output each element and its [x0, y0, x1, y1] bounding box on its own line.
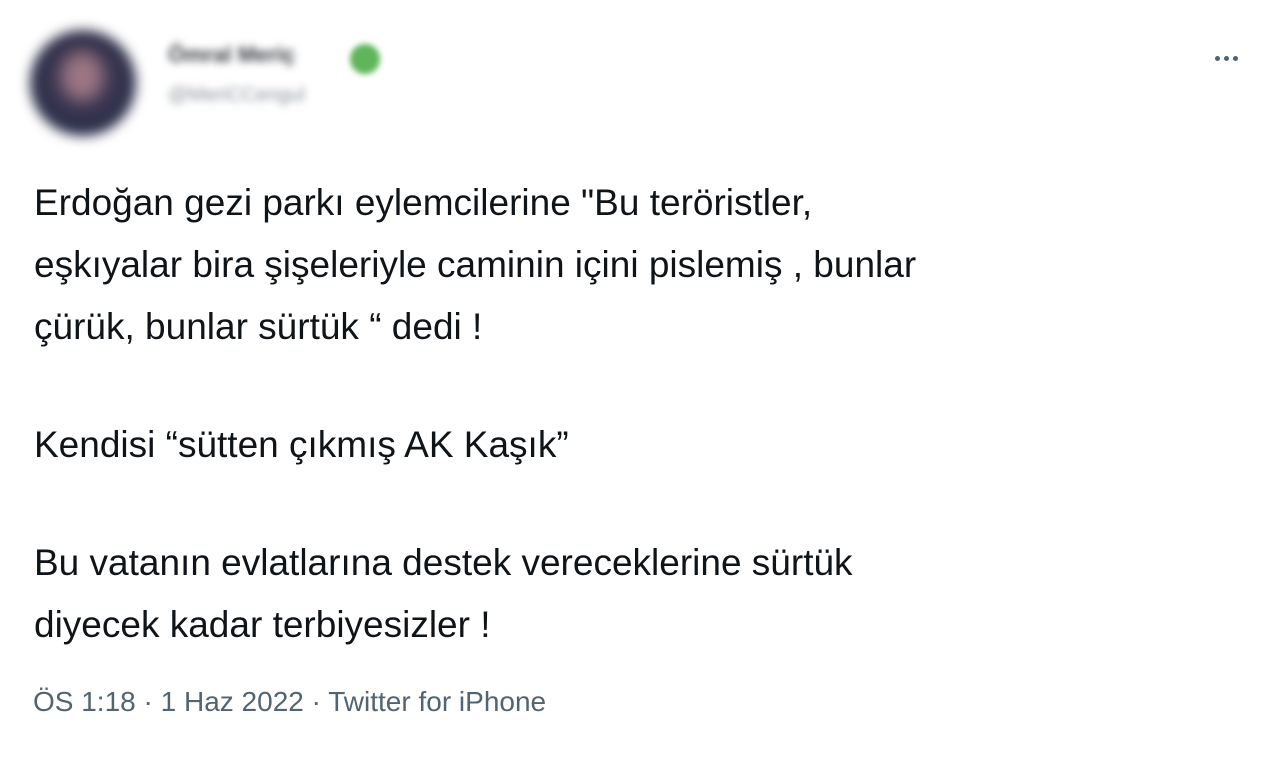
tweet-meta: ÖS 1:18 · 1 Haz 2022 · Twitter for iPhon…	[33, 686, 546, 718]
tweet-line: Erdoğan gezi parkı eylemcilerine "Bu ter…	[34, 182, 813, 223]
tweet-line: diyecek kadar terbiyesizler !	[34, 604, 491, 645]
tweet-time[interactable]: ÖS 1:18	[33, 686, 136, 717]
verified-badge-icon	[350, 44, 380, 74]
meta-separator: ·	[135, 686, 161, 717]
author-display-name[interactable]: Ömral Meriç	[168, 42, 295, 68]
more-horizontal-icon-dot	[1223, 55, 1229, 61]
avatar-face	[62, 52, 102, 100]
tweet-line: çürük, bunlar sürtük “ dedi !	[34, 306, 483, 347]
more-horizontal-icon	[1214, 55, 1220, 61]
more-horizontal-icon-dot	[1232, 55, 1238, 61]
more-options-button[interactable]	[1206, 40, 1246, 76]
meta-separator: ·	[303, 686, 329, 717]
tweet-line: Bu vatanın evlatlarına destek verecekler…	[34, 542, 853, 583]
tweet-line: Kendisi “sütten çıkmış AK Kaşık”	[34, 424, 569, 465]
tweet-line: eşkıyalar bira şişeleriyle caminin içini…	[34, 244, 917, 285]
tweet-card: Ömral Meriç @MeriCCengul Erdoğan gezi pa…	[0, 0, 1280, 760]
tweet-date[interactable]: 1 Haz 2022	[161, 686, 304, 717]
tweet-source-link[interactable]: Twitter for iPhone	[328, 686, 546, 717]
tweet-text: Erdoğan gezi parkı eylemcilerine "Bu ter…	[34, 172, 1234, 656]
author-handle[interactable]: @MeriCCengul	[168, 84, 305, 107]
